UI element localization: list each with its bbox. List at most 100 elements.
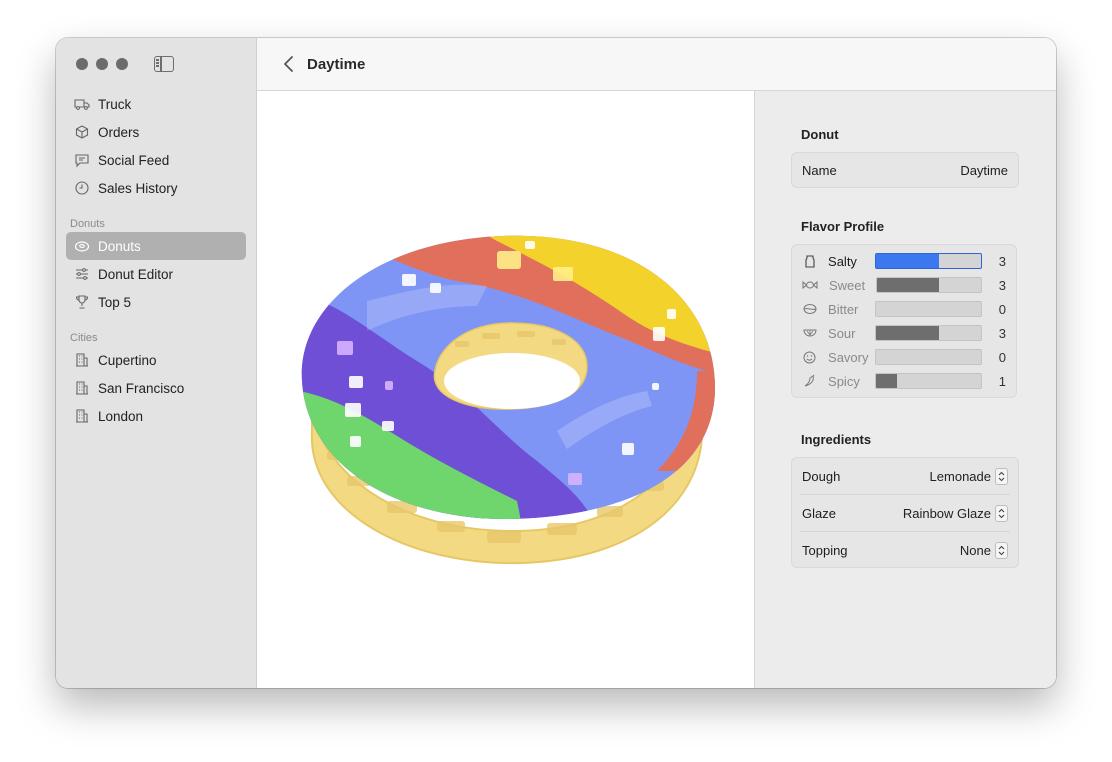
sidebar-item-truck[interactable]: Truck (66, 90, 246, 118)
citrus-icon (802, 327, 817, 339)
flavor-value: 3 (998, 253, 1006, 269)
flavor-label: Salty (828, 253, 857, 269)
donut-name-row: Name Daytime (792, 153, 1018, 187)
ingredient-label: Topping (802, 542, 848, 558)
ingredient-label: Glaze (802, 505, 836, 521)
salt-shaker-icon (802, 254, 817, 268)
sidebar-item-donuts[interactable]: Donuts (66, 232, 246, 260)
flavor-slider[interactable] (875, 349, 983, 365)
flavor-label: Sour (828, 325, 856, 341)
flavor-value: 3 (998, 325, 1006, 341)
building-icon (74, 352, 90, 368)
flavor-row-salty[interactable]: Salty 3 (792, 249, 1016, 273)
flavor-slider[interactable] (875, 253, 983, 269)
sidebar-item-orders[interactable]: Orders (66, 118, 246, 146)
flavor-row-savory[interactable]: Savory 0 (792, 345, 1016, 369)
close-window-button[interactable] (76, 58, 88, 70)
sidebar-item-san-francisco[interactable]: San Francisco (66, 374, 246, 402)
flavor-slider[interactable] (875, 277, 983, 293)
building-icon (74, 408, 90, 424)
donut-name-box: Name Daytime (791, 152, 1019, 188)
sliders-icon (74, 266, 90, 282)
flavor-value: 0 (998, 301, 1006, 317)
chevron-left-icon (284, 56, 293, 72)
flavor-label: Spicy (828, 373, 860, 389)
back-button[interactable] (271, 55, 307, 73)
topping-popup-button[interactable]: None (959, 541, 1008, 559)
sidebar: Truck Orders Social Feed Sales History D… (56, 38, 257, 688)
up-down-chevron-icon (995, 467, 1008, 485)
name-field[interactable]: Daytime (960, 163, 1008, 178)
sidebar-toggle-icon[interactable] (154, 56, 174, 72)
zoom-window-button[interactable] (116, 58, 128, 70)
name-label: Name (802, 162, 837, 178)
sidebar-item-label: Donuts (98, 238, 141, 254)
sidebar-item-label: San Francisco (98, 380, 185, 396)
toolbar: Daytime (257, 38, 1056, 91)
popup-value: Rainbow Glaze (902, 505, 991, 521)
up-down-chevron-icon (995, 541, 1008, 559)
ingredient-row-dough: Dough Lemonade (792, 458, 1018, 494)
flavor-label: Savory (828, 349, 869, 365)
popup-value: None (959, 542, 991, 558)
coffee-bean-icon (802, 303, 817, 315)
flavor-label: Bitter (828, 301, 859, 317)
up-down-chevron-icon (995, 504, 1008, 522)
ingredient-label: Dough (802, 468, 841, 484)
flavor-row-spicy[interactable]: Spicy 1 (792, 369, 1016, 393)
sidebar-item-top-5[interactable]: Top 5 (66, 288, 246, 316)
flavor-slider[interactable] (875, 373, 983, 389)
section-heading-donut: Donut (801, 127, 839, 142)
sidebar-item-cupertino[interactable]: Cupertino (66, 346, 246, 374)
main-content: Daytime Donut Name Daytime Flavor Profil… (257, 38, 1056, 688)
section-heading-flavor-profile: Flavor Profile (801, 219, 885, 234)
flavor-slider[interactable] (875, 301, 983, 317)
section-label-cities: Cities (70, 332, 98, 344)
ingredients-box: Dough Lemonade Glaze Rainbow Glaze Toppi… (791, 457, 1019, 568)
minimize-window-button[interactable] (96, 58, 108, 70)
flavor-row-bitter[interactable]: Bitter 0 (792, 297, 1016, 321)
truck-icon (74, 96, 90, 112)
window-controls (76, 58, 128, 70)
ingredient-row-glaze: Glaze Rainbow Glaze (800, 494, 1010, 531)
sidebar-item-label: Sales History (98, 180, 178, 196)
flavor-value: 0 (998, 349, 1006, 365)
flavor-value: 3 (998, 277, 1006, 293)
flavor-row-sour[interactable]: Sour 3 (792, 321, 1016, 345)
chat-bubble-icon (74, 152, 90, 168)
glaze-popup-button[interactable]: Rainbow Glaze (902, 504, 1008, 522)
app-window: Truck Orders Social Feed Sales History D… (56, 38, 1056, 688)
sidebar-item-label: Cupertino (98, 352, 157, 368)
donut-canvas (257, 91, 755, 688)
sidebar-item-london[interactable]: London (66, 402, 246, 430)
dough-popup-button[interactable]: Lemonade (929, 467, 1008, 485)
inspector-panel: Donut Name Daytime Flavor Profile Salty … (755, 91, 1056, 688)
flavor-slider[interactable] (875, 325, 983, 341)
sidebar-item-label: Donut Editor (98, 266, 174, 282)
sidebar-item-sales-history[interactable]: Sales History (66, 174, 246, 202)
clock-icon (74, 180, 90, 196)
donut-illustration (301, 235, 716, 565)
sidebar-item-label: London (98, 408, 144, 424)
smiley-icon (802, 351, 817, 364)
chili-pepper-icon (802, 374, 817, 388)
candy-icon (802, 279, 818, 291)
ingredient-row-topping: Topping None (800, 531, 1010, 568)
sidebar-item-social-feed[interactable]: Social Feed (66, 146, 246, 174)
donut-icon (74, 238, 90, 254)
sidebar-item-label: Social Feed (98, 152, 170, 168)
page-title: Daytime (307, 55, 366, 73)
sidebar-item-label: Orders (98, 124, 140, 140)
sidebar-item-label: Top 5 (98, 294, 132, 310)
sidebar-item-label: Truck (98, 96, 132, 112)
section-heading-ingredients: Ingredients (801, 432, 872, 447)
flavor-profile-box: Salty 3 Sweet 3 Bitter 0 Sour 3 Savory 0… (791, 244, 1017, 398)
popup-value: Lemonade (929, 468, 991, 484)
section-label-donuts: Donuts (70, 218, 105, 230)
trophy-icon (74, 294, 90, 310)
flavor-row-sweet[interactable]: Sweet 3 (792, 273, 1016, 297)
box-icon (74, 124, 90, 140)
sidebar-item-donut-editor[interactable]: Donut Editor (66, 260, 246, 288)
building-icon (74, 380, 90, 396)
flavor-label: Sweet (829, 277, 866, 293)
